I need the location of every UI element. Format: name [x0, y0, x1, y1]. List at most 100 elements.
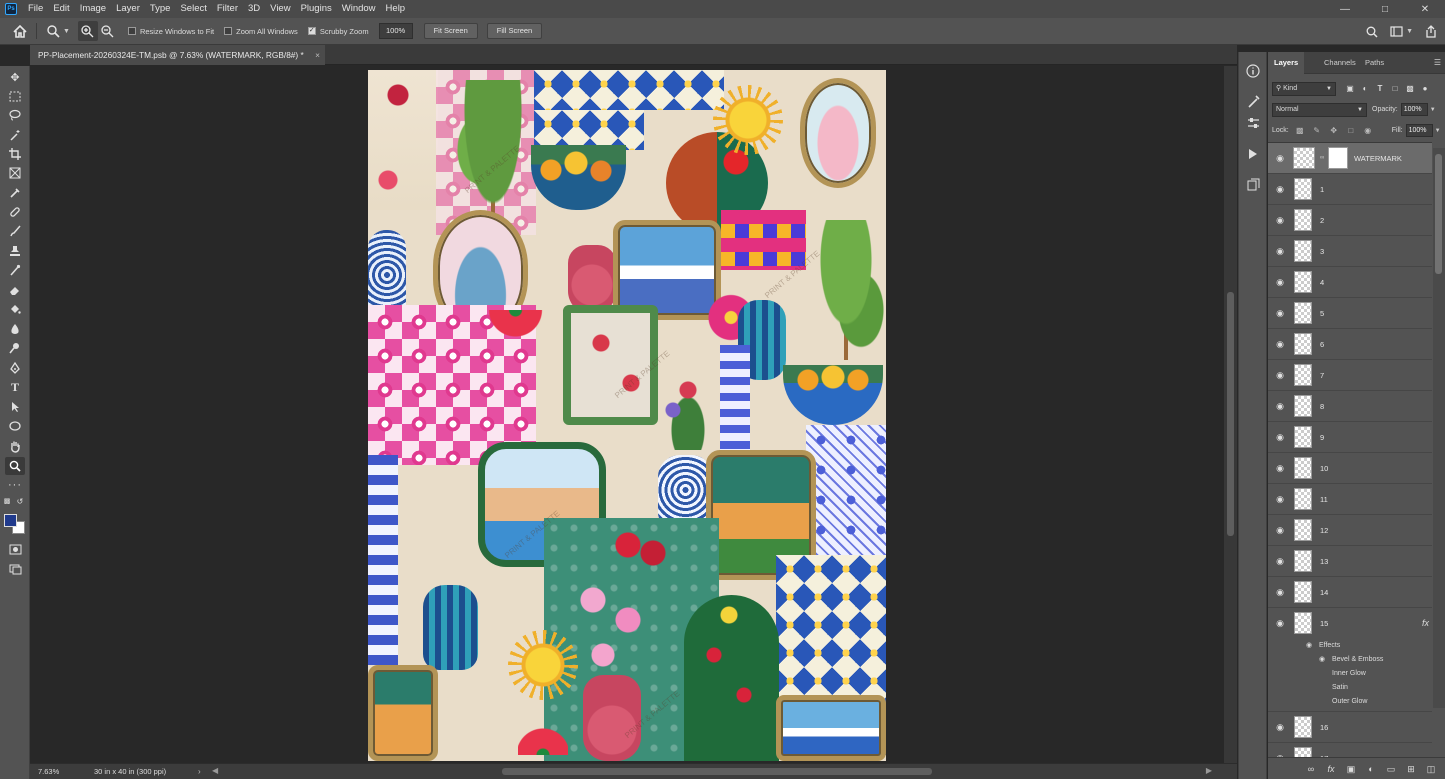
horizontal-scrollbar[interactable]: ◀ ▶ [212, 766, 1212, 777]
blend-mode-select[interactable]: Normal ▼ [1272, 102, 1367, 117]
visibility-eye-icon[interactable]: ◉ [1275, 308, 1285, 318]
layer-row[interactable]: ◉ 7 [1268, 360, 1432, 391]
screen-mode-icon[interactable] [5, 560, 25, 578]
visibility-eye-icon[interactable]: ◉ [1275, 556, 1285, 566]
marquee-tool-icon[interactable] [5, 87, 25, 105]
menu-view[interactable]: View [265, 0, 295, 18]
share-icon[interactable] [1421, 22, 1441, 42]
maximize-icon[interactable]: □ [1365, 0, 1405, 18]
adjustments-icon[interactable] [1244, 114, 1262, 132]
layer-row[interactable]: ◉ 15 fx [1268, 608, 1432, 639]
scroll-right-icon[interactable]: ▶ [1206, 766, 1212, 775]
visibility-eye-icon[interactable]: ◉ [1275, 401, 1285, 411]
zoom-out-icon[interactable] [98, 21, 118, 41]
zoom-tool-preset-icon[interactable] [43, 21, 63, 41]
visibility-eye-icon[interactable]: ◉ [1275, 277, 1285, 287]
history-brush-tool-icon[interactable] [5, 261, 25, 279]
layer-row[interactable]: ◉ 14 [1268, 577, 1432, 608]
filter-shape-icon[interactable]: □ [1389, 83, 1401, 95]
menu-filter[interactable]: Filter [212, 0, 243, 18]
layer-row[interactable]: ◉ 1 [1268, 174, 1432, 205]
menu-plugins[interactable]: Plugins [296, 0, 337, 18]
trash-icon[interactable]: ◫ [1425, 763, 1437, 775]
layers-scrollbar[interactable] [1433, 148, 1445, 708]
vertical-scroll-thumb[interactable] [1227, 292, 1234, 536]
tab-layers[interactable]: Layers [1268, 52, 1305, 74]
status-zoom-field[interactable]: 7.63% [38, 764, 59, 779]
vertical-scrollbar[interactable] [1224, 66, 1237, 763]
hand-tool-icon[interactable] [5, 437, 25, 455]
menu-help[interactable]: Help [381, 0, 411, 18]
layer-row[interactable]: ◉ 16 [1268, 712, 1432, 743]
link-icon[interactable]: ∞ [1305, 763, 1317, 775]
layer-row[interactable]: ◉ 3 [1268, 236, 1432, 267]
scroll-left-icon[interactable]: ◀ [212, 766, 218, 775]
play-actions-icon[interactable] [1244, 145, 1262, 163]
more-tools-icon[interactable]: ··· [5, 476, 25, 494]
magic-wand-tool-icon[interactable] [5, 126, 25, 144]
resize-windows-checkbox[interactable]: Resize Windows to Fit [127, 27, 214, 36]
new-layer-icon[interactable]: ⊞ [1405, 763, 1417, 775]
search-icon[interactable] [1362, 22, 1382, 42]
filter-type-icon[interactable]: T [1374, 83, 1386, 95]
scrubby-zoom-checkbox[interactable]: ✓ Scrubby Zoom [307, 27, 369, 36]
healing-brush-tool-icon[interactable] [5, 203, 25, 221]
layer-row[interactable]: ◉ 12 [1268, 515, 1432, 546]
chevron-down-icon[interactable]: ▼ [1435, 128, 1441, 134]
effect-row[interactable]: ◉ Bevel & Emboss [1268, 653, 1432, 667]
quick-mask-icon[interactable] [5, 540, 25, 558]
visibility-eye-icon[interactable]: ◉ [1275, 153, 1285, 163]
effect-row[interactable]: Outer Glow [1268, 695, 1432, 712]
link-icon[interactable]: ∞ [1320, 155, 1324, 161]
group-icon[interactable]: ▭ [1385, 763, 1397, 775]
chevron-down-icon[interactable]: ▼ [1430, 107, 1436, 113]
fill-field[interactable]: 100% [1405, 124, 1433, 137]
document-tab[interactable]: PP-Placement-20260324E-TM.psb @ 7.63% (W… [30, 45, 325, 65]
layer-row[interactable]: ◉ 13 [1268, 546, 1432, 577]
menu-3d[interactable]: 3D [243, 0, 265, 18]
paint-bucket-tool-icon[interactable] [5, 300, 25, 318]
layer-mask-thumbnail[interactable] [1328, 147, 1348, 169]
fit-screen-button[interactable]: Fit Screen [423, 23, 478, 39]
chevron-down-icon[interactable]: ▼ [63, 28, 70, 35]
swap-colors-icon[interactable]: ↺ [15, 496, 25, 506]
visibility-eye-icon[interactable]: ◉ [1275, 463, 1285, 473]
lock-position-icon[interactable]: ✥ [1329, 126, 1339, 136]
layer-row[interactable]: ◉17 [1268, 743, 1432, 757]
layer-row[interactable]: ◉ 11 [1268, 484, 1432, 515]
visibility-eye-icon[interactable]: ◉ [1275, 184, 1285, 194]
zoom-percent-field[interactable]: 100% [378, 23, 413, 39]
effects-row[interactable]: ◉ Effects [1268, 639, 1432, 653]
visibility-eye-icon[interactable]: ◉ [1275, 215, 1285, 225]
clone-stamp-tool-icon[interactable] [5, 242, 25, 260]
menu-type[interactable]: Type [145, 0, 176, 18]
close-icon[interactable]: × [315, 45, 320, 65]
opacity-field[interactable]: 100% [1400, 103, 1428, 116]
menu-edit[interactable]: Edit [48, 0, 74, 18]
adjustment-icon[interactable]: ◐ [1365, 763, 1377, 775]
filter-smart-object-icon[interactable]: ▩ [1404, 83, 1416, 95]
layer-row[interactable]: ◉ 4 [1268, 267, 1432, 298]
filter-adjustment-icon[interactable]: ◐ [1359, 83, 1371, 95]
visibility-eye-icon[interactable]: ◉ [1275, 587, 1285, 597]
tab-paths[interactable]: Paths [1359, 52, 1390, 74]
checkbox-box[interactable] [224, 27, 233, 35]
visibility-eye-icon[interactable]: ◉ [1319, 653, 1325, 667]
chevron-down-icon[interactable]: ▼ [1406, 28, 1413, 35]
layer-row[interactable]: ◉ 6 [1268, 329, 1432, 360]
fx-icon[interactable]: fx [1325, 763, 1337, 775]
lock-transparent-icon[interactable]: ▩ [1295, 126, 1305, 136]
visibility-eye-icon[interactable]: ◉ [1275, 722, 1285, 732]
home-icon[interactable] [10, 21, 30, 41]
visibility-eye-icon[interactable]: ◉ [1275, 494, 1285, 504]
brush-settings-icon[interactable] [1244, 92, 1262, 110]
visibility-eye-icon[interactable]: ◉ [1306, 639, 1312, 653]
pen-tool-icon[interactable] [5, 359, 25, 377]
tab-channels[interactable]: Channels [1318, 52, 1362, 74]
visibility-eye-icon[interactable]: ◉ [1275, 370, 1285, 380]
move-tool-icon[interactable]: ✥ [5, 68, 25, 86]
eyedropper-tool-icon[interactable] [5, 184, 25, 202]
dodge-tool-icon[interactable] [5, 339, 25, 357]
layer-row[interactable]: ◉ 9 [1268, 422, 1432, 453]
visibility-eye-icon[interactable]: ◉ [1275, 339, 1285, 349]
